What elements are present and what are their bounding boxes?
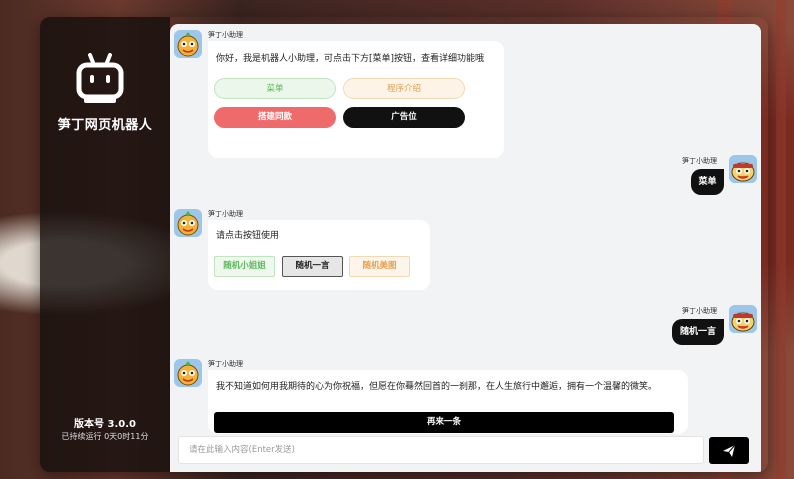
uptime-label: 已持续运行 0天0时11分	[61, 432, 149, 441]
version-label: 版本号 3.0.0	[74, 419, 136, 430]
cartoon-mascot-avatar	[177, 361, 199, 386]
chat-window: 笋丁网页机器人 版本号 3.0.0 已持续运行 0天0时11分 笋丁小助理 你好…	[40, 17, 768, 472]
bot-avatar	[174, 359, 202, 387]
random-quote-button[interactable]: 随机一言	[282, 256, 343, 277]
send-button[interactable]	[709, 437, 749, 464]
cartoon-mascot-avatar	[177, 32, 199, 57]
chat-area[interactable]: 笋丁小助理 你好，我是机器人小助理，可点击下方[菜单]按钮，查看详细功能哦 菜单…	[170, 24, 761, 472]
message-text: 你好，我是机器人小助理，可点击下方[菜单]按钮，查看详细功能哦	[216, 54, 485, 64]
message-text: 请点击按钮使用	[216, 231, 280, 241]
sender-name: 笋丁小助理	[208, 210, 243, 218]
user-message-bubble: 菜单	[691, 169, 724, 195]
menu-button[interactable]: 菜单	[214, 78, 336, 99]
sender-name: 笋丁小助理	[208, 31, 243, 39]
sender-name: 笋丁小助理	[682, 307, 717, 315]
message-input[interactable]: 请在此输入内容(Enter发送)	[178, 436, 704, 464]
user-avatar	[729, 305, 757, 333]
program-intro-button[interactable]: 程序介绍	[343, 78, 465, 99]
sender-name: 笋丁小助理	[208, 360, 243, 368]
message-text: 我不知道如何用我期待的心为你祝福，但愿在你蓦然回首的一刹那，在人生旅行中邂逅，拥…	[216, 382, 658, 392]
paper-plane-icon	[723, 444, 736, 457]
user-avatar	[729, 155, 757, 183]
cartoon-mascot-avatar	[729, 305, 757, 333]
bot-avatar	[174, 30, 202, 58]
robot-icon	[76, 53, 124, 103]
ad-slot-button[interactable]: 广告位	[343, 107, 465, 128]
bot-message-bubble: 你好，我是机器人小助理，可点击下方[菜单]按钮，查看详细功能哦 菜单 程序介绍 …	[208, 41, 504, 158]
cartoon-mascot-avatar	[729, 155, 757, 183]
sidebar: 笋丁网页机器人 版本号 3.0.0 已持续运行 0天0时11分	[40, 17, 170, 472]
build-same-button[interactable]: 搭建同款	[214, 107, 336, 128]
bot-avatar	[174, 209, 202, 237]
background-decoration	[776, 0, 786, 479]
app-name: 笋丁网页机器人	[57, 118, 153, 133]
cartoon-mascot-avatar	[177, 211, 199, 236]
random-girl-button[interactable]: 随机小姐姐	[214, 256, 275, 277]
sender-name: 笋丁小助理	[682, 157, 717, 165]
bot-message-bubble: 请点击按钮使用 随机小姐姐 随机一言 随机美图	[208, 220, 430, 290]
random-image-button[interactable]: 随机美图	[349, 256, 410, 277]
again-button[interactable]: 再来一条	[214, 412, 674, 433]
user-message-bubble: 随机一言	[672, 319, 724, 345]
